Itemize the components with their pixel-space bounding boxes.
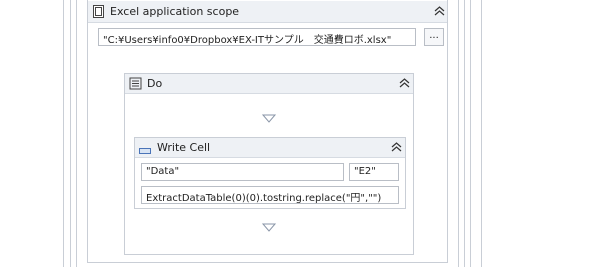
outer-border-line [481,0,482,267]
do-sequence-title: Do [147,77,163,90]
drop-arrow-icon[interactable] [261,114,277,124]
outer-border-line [470,0,471,267]
outer-border-line [464,0,465,267]
write-cell-icon [139,144,151,154]
do-sequence-header[interactable]: Do [125,74,413,94]
browse-button[interactable]: ... [424,28,444,46]
outer-border-line [63,0,64,267]
double-chevron-up-icon[interactable] [432,4,446,18]
workbook-path-input[interactable]: "C:¥Users¥info0¥Dropbox¥EX-ITサンプル 交通費ロボ.… [98,28,416,46]
write-cell-title: Write Cell [157,141,211,154]
drop-arrow-icon[interactable] [261,223,277,233]
double-chevron-up-icon[interactable] [389,140,403,154]
excel-scope-header[interactable]: Excel application scope [88,1,447,23]
excel-scope-title: Excel application scope [110,5,240,18]
double-chevron-up-icon[interactable] [397,76,411,90]
write-cell-header[interactable]: Write Cell [135,138,405,158]
sequence-icon [129,77,142,90]
outer-border-line [458,0,459,267]
write-cell-activity[interactable]: Write Cell "Data" "E2" ExtractDataTable(… [134,137,406,209]
range-input[interactable]: "E2" [349,163,399,181]
value-input[interactable]: ExtractDataTable(0)(0).tostring.replace(… [141,186,399,204]
outer-border-line [76,0,77,267]
outer-border-line [70,0,71,267]
excel-scope-icon [93,5,104,18]
sheet-name-input[interactable]: "Data" [141,163,344,181]
